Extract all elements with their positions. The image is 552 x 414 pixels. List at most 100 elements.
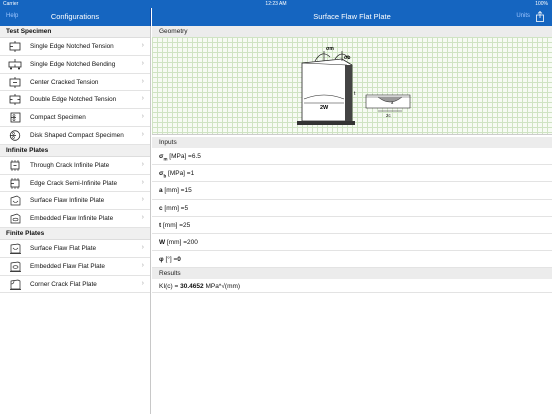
- chevron-right-icon: ›: [141, 95, 144, 103]
- chevron-right-icon: ›: [141, 214, 144, 222]
- results-header: Results: [152, 268, 552, 280]
- list-item-label: Compact Specimen: [30, 114, 86, 122]
- list-item-label: Center Cracked Tension: [30, 78, 99, 86]
- result-unit: MPa*√(mm): [203, 283, 241, 291]
- field-value: 1: [190, 170, 195, 178]
- embedded-flaw-plate-icon: [10, 261, 21, 272]
- units-button[interactable]: Units: [516, 13, 530, 19]
- list-item-disk[interactable]: Disk Shaped Compact Specimen ›: [0, 127, 150, 145]
- list-item-label: Surface Flaw Infinite Plate: [30, 197, 105, 205]
- share-icon[interactable]: [535, 11, 545, 22]
- through-crack-icon: [10, 159, 20, 171]
- center-cracked-icon: [9, 76, 21, 88]
- input-w[interactable]: W [mm] =200: [152, 234, 552, 252]
- field-value: 0: [177, 256, 181, 264]
- section-header-finite-plates: Finite Plates: [0, 227, 150, 240]
- crack-length-label: 2c: [386, 113, 392, 118]
- list-item-embedded-flaw-infinite[interactable]: Embedded Flaw Infinite Plate ›: [0, 210, 150, 228]
- list-item-cct[interactable]: Center Cracked Tension ›: [0, 74, 150, 92]
- detail-nav-bar: Surface Flaw Flat Plate Units: [152, 8, 552, 26]
- result-value: 30.4652: [180, 283, 204, 291]
- field-value: 6.5: [191, 153, 201, 160]
- field-unit: [MPa] =: [167, 153, 192, 160]
- list-item-label: Corner Crack Flat Plate: [30, 280, 97, 288]
- list-item-surface-flaw-infinite[interactable]: Surface Flaw Infinite Plate ›: [0, 192, 150, 211]
- list-item-through-crack[interactable]: Through Crack Infinite Plate ›: [0, 157, 150, 175]
- field-unit: [mm] =: [165, 238, 187, 246]
- chevron-right-icon: ›: [141, 113, 144, 121]
- field-unit: [mm] =: [161, 221, 184, 229]
- width-label: 2W: [320, 105, 329, 111]
- status-bar: Carrier 12:23 AM 100%: [0, 0, 552, 8]
- list-item-label: Embedded Flaw Infinite Plate: [30, 215, 114, 223]
- list-item-label: Embedded Flaw Flat Plate: [30, 262, 105, 270]
- chevron-right-icon: ›: [141, 77, 144, 85]
- plate-base: [297, 121, 355, 125]
- chevron-right-icon: ›: [141, 160, 144, 168]
- section-header-test-specimen: Test Specimen: [0, 26, 150, 38]
- embedded-flaw-icon: [10, 213, 21, 224]
- field-unit: [°] =: [163, 256, 178, 264]
- list-item-label: Single Edge Notched Tension: [30, 43, 114, 50]
- battery-label: 100%: [535, 1, 548, 7]
- list-item-dent[interactable]: Double Edge Notched Tension ›: [0, 91, 150, 110]
- list-item-label: Surface Flaw Flat Plate: [30, 244, 97, 252]
- field-unit: [mm] =: [162, 187, 185, 195]
- configurations-list: Test Specimen Single Edge Notched Tensio…: [0, 26, 151, 414]
- list-item-senT[interactable]: Single Edge Notched Tension ›: [0, 38, 150, 56]
- surface-flaw-icon: [10, 195, 21, 206]
- input-sigma-b[interactable]: σb [MPa] =1: [152, 165, 552, 183]
- double-edge-icon: [9, 94, 21, 106]
- chevron-right-icon: ›: [141, 279, 144, 287]
- sidebar-title: Configurations: [50, 12, 100, 21]
- compact-specimen-icon: [10, 112, 21, 123]
- single-edge-tension-icon: [9, 41, 21, 52]
- field-unit: [mm] =: [162, 204, 185, 212]
- input-sigma-m[interactable]: σm [MPa] =6.5: [152, 148, 552, 166]
- detail-pane: Geometry σm σb 2W t a 2c Inputs σm [MPa]…: [152, 26, 552, 414]
- thickness-label: t: [354, 91, 356, 97]
- list-item-surface-flaw-flat[interactable]: Surface Flaw Flat Plate ›: [0, 239, 150, 258]
- section-header-infinite-plates: Infinite Plates: [0, 144, 150, 157]
- result-ki: KI(c) = 30.4652 MPa*√(mm): [152, 279, 552, 294]
- chevron-right-icon: ›: [141, 243, 144, 251]
- disk-specimen-icon: [9, 130, 21, 141]
- geometry-header: Geometry: [152, 26, 552, 37]
- page-title: Surface Flaw Flat Plate: [313, 12, 391, 21]
- list-item-label: Single Edge Notched Bending: [30, 60, 116, 68]
- list-item-label: Disk Shaped Compact Specimen: [30, 131, 124, 139]
- field-unit: [MPa] =: [166, 170, 191, 178]
- field-value: 5: [184, 204, 189, 212]
- chevron-right-icon: ›: [141, 178, 144, 186]
- field-value: 25: [183, 221, 191, 229]
- chevron-right-icon: ›: [141, 130, 144, 138]
- corner-crack-plate-icon: [10, 279, 21, 290]
- list-item-embedded-flaw-flat[interactable]: Embedded Flaw Flat Plate ›: [0, 258, 150, 276]
- plate-side-face: [345, 65, 352, 121]
- sigma-m-label: σm: [326, 46, 334, 52]
- plate-diagram: σm σb 2W t a 2c: [297, 46, 411, 125]
- chevron-right-icon: ›: [141, 59, 144, 67]
- list-item-label: Edge Crack Semi-Infinite Plate: [30, 179, 118, 187]
- field-value: 200: [187, 238, 198, 246]
- input-phi[interactable]: φ [°] =0: [152, 251, 552, 269]
- list-item-compact[interactable]: Compact Specimen ›: [0, 109, 150, 127]
- chevron-right-icon: ›: [141, 261, 144, 269]
- edge-crack-icon: [10, 177, 20, 189]
- list-item-label: Through Crack Infinite Plate: [30, 161, 110, 169]
- field-value: 15: [184, 187, 192, 195]
- list-item-corner-crack-flat[interactable]: Corner Crack Flat Plate ›: [0, 276, 150, 294]
- clock: 12:23 AM: [265, 1, 287, 7]
- sidebar-nav-bar: Help Configurations: [0, 8, 151, 26]
- input-c[interactable]: c [mm] =5: [152, 200, 552, 217]
- list-item-label: Double Edge Notched Tension: [30, 96, 117, 104]
- inputs-header: Inputs: [152, 137, 552, 148]
- list-item-senB[interactable]: Single Edge Notched Bending ›: [0, 56, 150, 74]
- chevron-right-icon: ›: [141, 196, 144, 204]
- input-t[interactable]: t [mm] =25: [152, 217, 552, 234]
- chevron-right-icon: ›: [141, 42, 144, 49]
- input-a[interactable]: a [mm] =15: [152, 182, 552, 200]
- single-edge-bending-icon: [8, 58, 22, 70]
- list-item-edge-crack[interactable]: Edge Crack Semi-Infinite Plate ›: [0, 175, 150, 193]
- surface-flaw-plate-icon: [10, 243, 21, 254]
